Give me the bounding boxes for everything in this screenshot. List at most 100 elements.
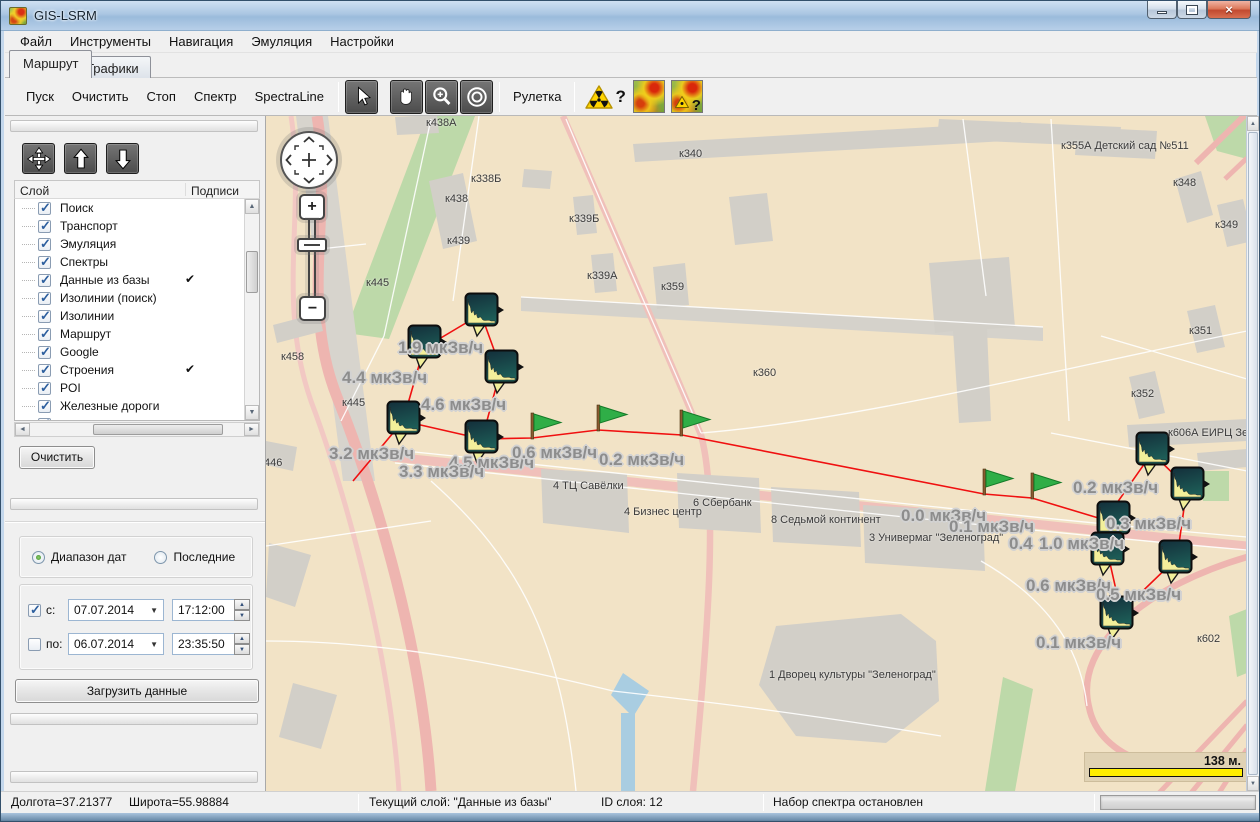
map-canvas[interactable] xyxy=(266,116,1247,791)
splitter-strip[interactable] xyxy=(10,771,258,783)
pan-tool-button[interactable] xyxy=(390,80,423,114)
layer-row[interactable]: Спектры xyxy=(15,253,259,271)
zoom-slider-track[interactable] xyxy=(308,220,316,298)
spin-down-icon[interactable]: ▼ xyxy=(234,644,250,655)
circle-tool-button[interactable] xyxy=(460,80,493,114)
menu-item-4[interactable]: Эмуляция xyxy=(242,32,321,51)
layer-row[interactable]: Строения✔ xyxy=(15,361,259,379)
spectrum-marker[interactable] xyxy=(466,421,505,464)
layer-row[interactable] xyxy=(15,415,259,421)
clear-layers-button[interactable]: Очистить xyxy=(19,446,95,469)
spin-up-icon[interactable]: ▲ xyxy=(234,633,250,644)
splitter-strip[interactable] xyxy=(10,498,258,510)
layer-row[interactable]: Маршрут xyxy=(15,325,259,343)
scroll-up-icon[interactable]: ▲ xyxy=(245,199,259,214)
flag-marker[interactable] xyxy=(1031,473,1061,499)
minimize-button[interactable] xyxy=(1147,1,1177,19)
zoom-tool-button[interactable] xyxy=(425,80,458,114)
layer-checkbox[interactable] xyxy=(38,418,51,422)
zoom-out-button[interactable]: − xyxy=(299,296,326,321)
layer-row[interactable]: Данные из базы✔ xyxy=(15,271,259,289)
radiation-help-button[interactable]: ? xyxy=(584,83,625,111)
scroll-down-icon[interactable]: ▼ xyxy=(245,405,259,420)
zoom-in-button[interactable]: + xyxy=(299,194,325,220)
layer-row[interactable]: Поиск xyxy=(15,199,259,217)
layer-checkbox[interactable] xyxy=(38,364,51,377)
to-time-field[interactable]: 23:35:50 xyxy=(172,633,234,655)
flag-marker[interactable] xyxy=(983,469,1013,495)
scroll-thumb[interactable] xyxy=(1248,132,1258,775)
layer-row[interactable]: Изолинии (поиск) xyxy=(15,289,259,307)
layer-row[interactable]: POI xyxy=(15,379,259,397)
layer-checkbox[interactable] xyxy=(38,220,51,233)
layer-list-vertical-scrollbar[interactable]: ▲ ▼ xyxy=(244,199,259,420)
layer-checkbox[interactable] xyxy=(38,310,51,323)
close-button[interactable]: × xyxy=(1207,1,1251,19)
toolbar-button-spectraline[interactable]: SpectraLine xyxy=(246,85,333,108)
from-time-field[interactable]: 17:12:00 xyxy=(172,599,234,621)
menu-item-2[interactable]: Инструменты xyxy=(61,32,160,51)
layer-checkbox[interactable] xyxy=(38,400,51,413)
from-checkbox[interactable] xyxy=(28,604,41,617)
load-data-button[interactable]: Загрузить данные xyxy=(15,679,259,703)
spectrum-marker[interactable] xyxy=(409,326,448,369)
spin-down-icon[interactable]: ▼ xyxy=(234,610,250,621)
spectrum-marker[interactable] xyxy=(466,294,505,337)
scroll-thumb[interactable] xyxy=(246,251,258,293)
layer-checkbox[interactable] xyxy=(38,292,51,305)
to-date-combo[interactable]: 06.07.2014 ▼ xyxy=(68,633,164,655)
to-time-spinner[interactable]: ▲ ▼ xyxy=(234,633,250,655)
layer-row[interactable]: Изолинии xyxy=(15,307,259,325)
menu-item-1[interactable]: Файл xyxy=(11,32,61,51)
splitter-strip[interactable] xyxy=(10,120,258,132)
zoom-slider-handle[interactable] xyxy=(297,238,327,252)
latest-radio[interactable] xyxy=(154,551,167,564)
scroll-right-icon[interactable]: ► xyxy=(244,423,259,436)
map-pan-control[interactable] xyxy=(280,131,338,189)
toolbar-button-очистить[interactable]: Очистить xyxy=(63,85,138,108)
scroll-up-icon[interactable]: ▲ xyxy=(1247,116,1259,131)
spectrum-marker[interactable] xyxy=(1172,468,1211,511)
from-time-spinner[interactable]: ▲ ▼ xyxy=(234,599,250,621)
layer-row[interactable]: Транспорт xyxy=(15,217,259,235)
tab-маршрут[interactable]: Маршрут xyxy=(9,50,92,78)
layer-row[interactable]: Google xyxy=(15,343,259,361)
layer-checkbox[interactable] xyxy=(38,256,51,269)
layer-up-button[interactable] xyxy=(64,143,97,174)
layer-checkbox[interactable] xyxy=(38,202,51,215)
select-tool-button[interactable] xyxy=(345,80,378,114)
date-range-radio[interactable] xyxy=(32,551,45,564)
scroll-thumb[interactable] xyxy=(93,424,223,435)
flag-marker[interactable] xyxy=(597,405,627,431)
toolbar-button-спектр[interactable]: Спектр xyxy=(185,85,246,108)
splitter-strip[interactable] xyxy=(10,713,258,725)
layer-checkbox[interactable] xyxy=(38,238,51,251)
move-layer-button[interactable] xyxy=(22,143,55,174)
layer-row[interactable]: Железные дороги xyxy=(15,397,259,415)
spectrum-marker[interactable] xyxy=(388,402,427,445)
to-checkbox[interactable] xyxy=(28,638,41,651)
map-vertical-scrollbar[interactable]: ▲ ▼ xyxy=(1246,116,1259,791)
heatmap-radiation-button[interactable]: ? xyxy=(671,80,703,113)
maximize-button[interactable] xyxy=(1177,1,1207,19)
spectrum-marker[interactable] xyxy=(1101,597,1140,640)
heatmap-button[interactable] xyxy=(633,80,665,113)
menu-item-3[interactable]: Навигация xyxy=(160,32,242,51)
layer-row[interactable]: Эмуляция xyxy=(15,235,259,253)
layer-checkbox[interactable] xyxy=(38,274,51,287)
scroll-left-icon[interactable]: ◄ xyxy=(15,423,30,436)
map-view[interactable]: школа №516к355А Детский сад №511к438Ак34… xyxy=(266,116,1259,791)
layer-checkbox[interactable] xyxy=(38,382,51,395)
spectrum-marker[interactable] xyxy=(486,351,525,394)
layer-down-button[interactable] xyxy=(106,143,139,174)
toolbar-button-стоп[interactable]: Стоп xyxy=(137,85,184,108)
from-date-combo[interactable]: 07.07.2014 ▼ xyxy=(68,599,164,621)
ruler-button[interactable]: Рулетка xyxy=(505,85,569,108)
spin-up-icon[interactable]: ▲ xyxy=(234,599,250,610)
toolbar-button-пуск[interactable]: Пуск xyxy=(17,85,63,108)
scroll-down-icon[interactable]: ▼ xyxy=(1247,776,1259,791)
menu-item-5[interactable]: Настройки xyxy=(321,32,403,51)
layer-checkbox[interactable] xyxy=(38,328,51,341)
layer-list-horizontal-scrollbar[interactable]: ◄ ► xyxy=(14,422,260,437)
layer-checkbox[interactable] xyxy=(38,346,51,359)
